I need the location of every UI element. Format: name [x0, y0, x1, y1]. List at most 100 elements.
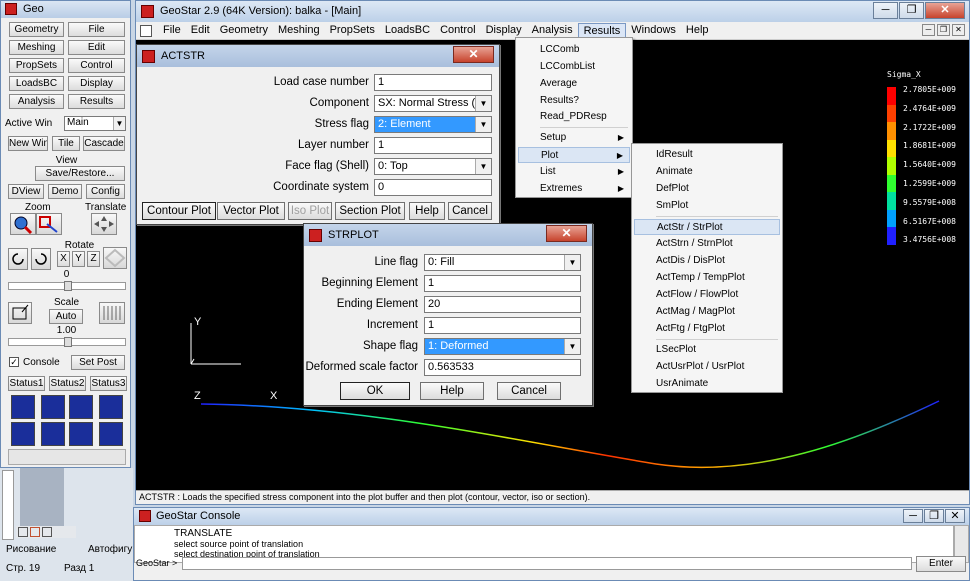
- slider-thumb[interactable]: [64, 337, 72, 347]
- menu-item-actftg-ftgplot[interactable]: ActFtg / FtgPlot: [634, 321, 780, 337]
- main-titlebar[interactable]: GeoStar 2.9 (64K Version): balka - [Main…: [136, 1, 969, 22]
- menu-file[interactable]: File: [158, 23, 186, 39]
- zoom-box-icon[interactable]: [36, 213, 62, 235]
- geometry-button[interactable]: Geometry: [9, 22, 64, 37]
- view-buttons[interactable]: [16, 526, 76, 538]
- actstr-titlebar[interactable]: ACTSTR ✕: [137, 45, 499, 67]
- drawing-menu[interactable]: Рисование: [6, 544, 56, 555]
- scale-auto-button[interactable]: Auto: [49, 309, 83, 324]
- menu-item-actusrplot-usrplot[interactable]: ActUsrPlot / UsrPlot: [634, 359, 780, 375]
- menu-item-actstrn-strnplot[interactable]: ActStrn / StrnPlot: [634, 236, 780, 252]
- menu-item-lccomblist[interactable]: LCCombList: [518, 59, 630, 75]
- analysis-button[interactable]: Analysis: [9, 94, 64, 109]
- status3-tab[interactable]: Status3: [90, 376, 127, 391]
- toolbox-titlebar[interactable]: Geo: [1, 1, 130, 18]
- console-titlebar[interactable]: GeoStar Console ─ ❐ ✕: [134, 508, 969, 525]
- menu-item-average[interactable]: Average: [518, 76, 630, 92]
- layer-number-input[interactable]: 1: [374, 137, 492, 154]
- menu-item-lccomb[interactable]: LCComb: [518, 42, 630, 58]
- mdi-minimize-icon[interactable]: ─: [922, 24, 935, 36]
- menu-item-plot[interactable]: Plot ▶: [518, 147, 630, 163]
- close-icon[interactable]: ✕: [925, 2, 965, 19]
- menu-item-list[interactable]: List ▶: [518, 164, 630, 180]
- close-icon[interactable]: ✕: [453, 46, 494, 63]
- menu-item-actmag-magplot[interactable]: ActMag / MagPlot: [634, 304, 780, 320]
- menu-item-lsecplot[interactable]: LSecPlot: [634, 342, 780, 358]
- menu-control[interactable]: Control: [435, 23, 480, 39]
- menu-item-usranimate[interactable]: UsrAnimate: [634, 376, 780, 392]
- rotate-slider[interactable]: [8, 281, 126, 291]
- menu-item-acttemp-tempplot[interactable]: ActTemp / TempPlot: [634, 270, 780, 286]
- ending-element-input[interactable]: 20: [424, 296, 581, 313]
- strplot-titlebar[interactable]: STRPLOT ✕: [304, 224, 592, 246]
- cascade-button[interactable]: Cascade: [83, 136, 125, 151]
- status-icon-axis[interactable]: [69, 395, 93, 419]
- load-case-number-input[interactable]: 1: [374, 74, 492, 91]
- help-icon[interactable]: [69, 422, 93, 446]
- zoom-in-icon[interactable]: [10, 213, 36, 235]
- status2-tab[interactable]: Status2: [49, 376, 86, 391]
- rotate-cw-icon[interactable]: [31, 248, 51, 270]
- propsets-button[interactable]: PropSets: [9, 58, 64, 73]
- menu-item-actstr-strplot[interactable]: ActStr / StrPlot: [634, 219, 780, 235]
- slider-thumb[interactable]: [64, 281, 72, 291]
- menu-help[interactable]: Help: [681, 23, 714, 39]
- help-button[interactable]: Help: [409, 202, 445, 220]
- minimize-icon[interactable]: ─: [903, 509, 923, 523]
- stress-flag-select[interactable]: 2: Element ▼: [374, 116, 492, 133]
- status-icon-red[interactable]: [99, 422, 123, 446]
- autoshapes-menu[interactable]: Автофигу: [88, 544, 132, 555]
- deformed-scale-factor-input[interactable]: 0.563533: [424, 359, 581, 376]
- menu-propsets[interactable]: PropSets: [325, 23, 380, 39]
- demo-button[interactable]: Demo: [48, 184, 82, 199]
- section-plot-button[interactable]: Section Plot: [335, 202, 405, 220]
- cancel-button[interactable]: Cancel: [497, 382, 561, 400]
- mdi-close-icon[interactable]: ✕: [952, 24, 965, 36]
- translate-icon[interactable]: [91, 213, 117, 235]
- vector-plot-button[interactable]: Vector Plot: [217, 202, 285, 220]
- menu-item-idresult[interactable]: IdResult: [634, 147, 780, 163]
- console-checkbox[interactable]: ✓: [9, 357, 19, 367]
- rotate-x-button[interactable]: X: [57, 251, 70, 267]
- status-icon-bc[interactable]: [41, 395, 65, 419]
- mdi-doc-icon[interactable]: [140, 24, 152, 37]
- menu-item-results[interactable]: Results?: [518, 93, 630, 109]
- increment-input[interactable]: 1: [424, 317, 581, 334]
- scale-pattern-icon[interactable]: [99, 302, 125, 324]
- menu-meshing[interactable]: Meshing: [273, 23, 325, 39]
- fit-icon[interactable]: [8, 302, 32, 324]
- menu-edit[interactable]: Edit: [186, 23, 215, 39]
- component-select[interactable]: SX: Normal Stress (X dir) ▼: [374, 95, 492, 112]
- tile-button[interactable]: Tile: [52, 136, 80, 151]
- menu-item-actdis-displot[interactable]: ActDis / DisPlot: [634, 253, 780, 269]
- console-input[interactable]: [182, 557, 912, 570]
- status-icon-hand[interactable]: [99, 395, 123, 419]
- restore-icon[interactable]: ❐: [924, 509, 944, 523]
- active-win-select[interactable]: Main ▼: [64, 116, 126, 131]
- close-icon[interactable]: ✕: [546, 225, 587, 242]
- enter-button[interactable]: Enter: [916, 556, 966, 572]
- menu-item-read-pdresp[interactable]: Read_PDResp: [518, 109, 630, 125]
- line-flag-select[interactable]: 0: Fill ▼: [424, 254, 581, 271]
- shape-flag-select[interactable]: 1: Deformed ▼: [424, 338, 581, 355]
- config-button[interactable]: Config: [86, 184, 125, 199]
- menu-item-animate[interactable]: Animate: [634, 164, 780, 180]
- help-button[interactable]: Help: [420, 382, 484, 400]
- restore-icon[interactable]: ❐: [899, 2, 924, 19]
- cancel-button[interactable]: Cancel: [448, 202, 492, 220]
- menu-item-defplot[interactable]: DefPlot: [634, 181, 780, 197]
- ok-button[interactable]: OK: [340, 382, 410, 400]
- status-icon-grid[interactable]: [41, 422, 65, 446]
- status-icon-pc[interactable]: [11, 395, 35, 419]
- rotate-z-button[interactable]: Z: [87, 251, 100, 267]
- menu-item-extremes[interactable]: Extremes ▶: [518, 181, 630, 197]
- beginning-element-input[interactable]: 1: [424, 275, 581, 292]
- menu-item-actflow-flowplot[interactable]: ActFlow / FlowPlot: [634, 287, 780, 303]
- new-win-button[interactable]: New Win: [8, 136, 48, 151]
- mdi-restore-icon[interactable]: ❐: [937, 24, 950, 36]
- save-restore-button[interactable]: Save/Restore...: [35, 166, 125, 181]
- results-button[interactable]: Results: [68, 94, 125, 109]
- file-button[interactable]: File: [68, 22, 125, 37]
- coordinate-system-input[interactable]: 0: [374, 179, 492, 196]
- menu-geometry[interactable]: Geometry: [215, 23, 273, 39]
